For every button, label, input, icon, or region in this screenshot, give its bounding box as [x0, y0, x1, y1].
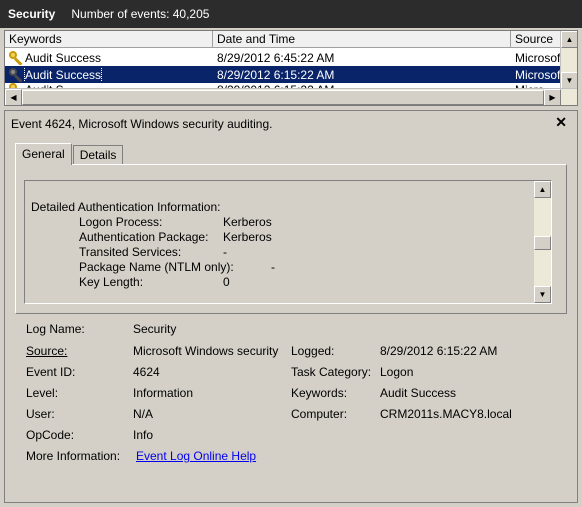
description-line: Authentication Package: Kerberos: [79, 230, 272, 244]
event-id-value: 4624: [133, 365, 160, 379]
more-information-label: More Information:: [26, 449, 121, 463]
key-icon: [9, 50, 23, 65]
level-value: Information: [133, 386, 194, 400]
date-time-cell: 8/29/2012 6:45:22 AM: [217, 50, 335, 65]
keyword-cell: Audit Success: [5, 67, 213, 82]
logged-value: 8/29/2012 6:15:22 AM: [380, 344, 498, 358]
scroll-up-arrow-icon[interactable]: ▲: [561, 31, 577, 48]
computer-label: Computer:: [291, 407, 348, 421]
event-count: Number of events: 40,205: [71, 7, 210, 21]
scroll-left-arrow-icon[interactable]: ◀: [5, 89, 22, 105]
description-line: Logon Process: Kerberos: [79, 215, 272, 229]
user-label: User:: [26, 407, 55, 421]
keywords-value: Audit Success: [380, 386, 457, 400]
column-header-date-time[interactable]: Date and Time: [213, 31, 511, 48]
description-line: Key Length: 0: [79, 275, 230, 289]
source-value: Microsoft Windows security: [133, 344, 279, 358]
detail-tabs: General Details: [15, 143, 124, 165]
events-list[interactable]: Keywords Date and Time Source Audit Succ…: [4, 30, 578, 106]
description-scroll-thumb[interactable]: [534, 236, 551, 250]
key-icon: [9, 67, 23, 82]
event-detail-title: Event 4624, Microsoft Windows security a…: [11, 117, 273, 131]
horizontal-scroll-thumb[interactable]: [22, 90, 544, 105]
scroll-down-arrow-icon[interactable]: ▼: [534, 286, 551, 303]
task-category-label: Task Category:: [291, 365, 372, 379]
log-name-value: Security: [133, 322, 177, 336]
log-title: Security: [8, 7, 56, 21]
description-line: Transited Services: -: [79, 245, 227, 259]
level-label: Level:: [26, 386, 59, 400]
keyword-cell: Audit Success: [5, 50, 213, 65]
task-category-value: Logon: [380, 365, 414, 379]
description-scrollbar[interactable]: ▲ ▼: [534, 181, 551, 303]
column-header-keywords[interactable]: Keywords: [5, 31, 213, 48]
keyword-label: Audit Success: [25, 50, 102, 65]
user-value: N/A: [133, 407, 154, 421]
opcode-label: OpCode:: [26, 428, 75, 442]
tab-details[interactable]: Details: [72, 145, 124, 165]
source-cell: Microsoft: [515, 67, 561, 82]
computer-value: CRM2011s.MACY8.local: [380, 407, 512, 421]
table-row-selected[interactable]: Audit Success 8/29/2012 6:15:22 AM Micro…: [5, 66, 561, 83]
source-cell: Microsoft: [515, 50, 561, 65]
description-heading: Detailed Authentication Information:: [31, 200, 221, 214]
logged-label: Logged:: [291, 344, 335, 358]
keywords-label: Keywords:: [291, 386, 348, 400]
scroll-right-arrow-icon[interactable]: ▶: [544, 89, 561, 105]
event-log-online-help-link[interactable]: Event Log Online Help: [136, 449, 256, 463]
list-horizontal-scrollbar[interactable]: ◀ ▶: [5, 88, 577, 105]
event-description-textbox[interactable]: Detailed Authentication Information: Log…: [24, 180, 552, 304]
list-header: Keywords Date and Time Source: [5, 31, 561, 48]
source-label: Source:: [26, 344, 68, 358]
column-header-source[interactable]: Source: [511, 31, 561, 48]
scroll-up-arrow-icon[interactable]: ▲: [534, 181, 551, 198]
table-row[interactable]: Audit Success 8/29/2012 6:45:22 AM Micro…: [5, 49, 561, 66]
keyword-label: Audit Success: [23, 67, 103, 82]
tab-general[interactable]: General: [15, 143, 72, 165]
scroll-down-arrow-icon[interactable]: ▼: [561, 72, 577, 89]
event-id-label: Event ID:: [26, 365, 76, 379]
log-name-label: Log Name:: [26, 322, 85, 336]
description-line: Package Name (NTLM only): -: [79, 260, 275, 274]
opcode-value: Info: [133, 428, 154, 442]
date-time-cell: 8/29/2012 6:15:22 AM: [217, 67, 335, 82]
event-detail-pane: Event 4624, Microsoft Windows security a…: [4, 110, 578, 503]
close-icon[interactable]: ✕: [555, 114, 567, 131]
list-vertical-scrollbar[interactable]: ▲ ▼: [560, 31, 577, 89]
event-log-header: Security Number of events: 40,205: [0, 0, 582, 28]
